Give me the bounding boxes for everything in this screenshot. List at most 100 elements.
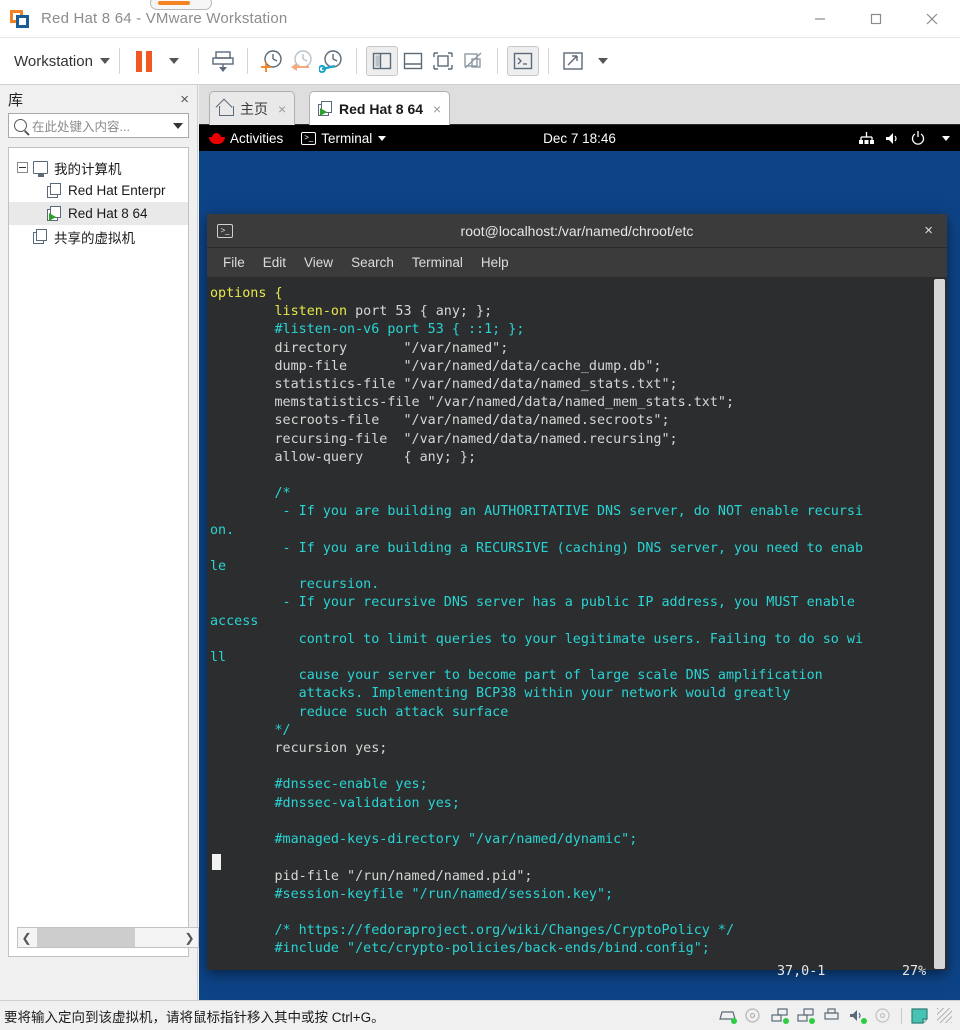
close-icon[interactable] bbox=[904, 0, 960, 38]
vm-running-icon bbox=[318, 101, 333, 116]
console-view-button[interactable] bbox=[506, 46, 539, 76]
divider bbox=[246, 48, 248, 74]
minimize-icon[interactable] bbox=[792, 0, 848, 38]
sound-icon[interactable] bbox=[849, 1008, 867, 1024]
unity-mode-button[interactable] bbox=[458, 46, 488, 76]
divider bbox=[355, 48, 357, 74]
stretch-dropdown-button[interactable] bbox=[588, 46, 618, 76]
collapse-icon[interactable] bbox=[17, 162, 28, 173]
vm-tab-bar: 主页 × Red Hat 8 64 × bbox=[199, 85, 960, 125]
tab-home[interactable]: 主页 × bbox=[209, 91, 296, 125]
scroll-right-icon[interactable]: ❯ bbox=[181, 931, 198, 945]
menu-file[interactable]: File bbox=[223, 255, 245, 270]
terminal-content[interactable]: options { listen-on port 53 { any; }; #l… bbox=[207, 277, 947, 979]
shared-vm-icon bbox=[33, 229, 48, 244]
hard-disk-icon[interactable] bbox=[719, 1008, 737, 1024]
network-adapter-2-icon[interactable] bbox=[797, 1008, 815, 1024]
suspend-button[interactable] bbox=[208, 46, 238, 76]
tree-item-my-computer[interactable]: 我的计算机 bbox=[9, 156, 188, 179]
divider bbox=[901, 1007, 902, 1024]
revert-snapshot-button[interactable] bbox=[287, 46, 317, 76]
tree-item-red-hat-enterprise[interactable]: Red Hat Enterpr bbox=[9, 179, 188, 202]
chevron-down-icon bbox=[168, 58, 179, 64]
divider bbox=[547, 48, 549, 74]
cursor-position: 37,0-1 bbox=[777, 964, 826, 979]
snapshot-manager-icon bbox=[318, 50, 342, 73]
pause-button[interactable] bbox=[129, 46, 159, 76]
maximize-icon[interactable] bbox=[848, 0, 904, 38]
library-title: 库 bbox=[8, 91, 24, 109]
scroll-left-icon[interactable]: ❮ bbox=[18, 931, 35, 945]
window-drag-handle[interactable] bbox=[150, 0, 212, 10]
tree-item-shared-vms[interactable]: 共享的虚拟机 bbox=[9, 225, 188, 248]
snapshot-manager-button[interactable] bbox=[317, 46, 347, 76]
menu-terminal[interactable]: Terminal bbox=[412, 255, 463, 270]
full-screen-button[interactable] bbox=[428, 46, 458, 76]
tree-item-label: Red Hat Enterpr bbox=[68, 183, 166, 198]
menu-edit[interactable]: Edit bbox=[263, 255, 286, 270]
chevron-down-icon[interactable] bbox=[173, 122, 183, 129]
library-search-box[interactable]: 在此处键入内容... bbox=[8, 113, 189, 138]
pause-icon bbox=[135, 50, 152, 72]
tree-horizontal-scrollbar[interactable]: ❮ ❯ bbox=[17, 927, 199, 948]
vm-icon bbox=[47, 183, 62, 198]
tab-label: Red Hat 8 64 bbox=[339, 100, 424, 117]
menu-search[interactable]: Search bbox=[351, 255, 394, 270]
tree-item-label: 共享的虚拟机 bbox=[54, 230, 135, 246]
display-icon[interactable] bbox=[911, 1008, 928, 1024]
chevron-down-icon bbox=[99, 58, 110, 64]
scroll-thumb[interactable] bbox=[37, 928, 135, 947]
vm-running-icon bbox=[47, 206, 62, 221]
snapshot-add-icon bbox=[260, 50, 282, 72]
menu-view[interactable]: View bbox=[304, 255, 333, 270]
divider bbox=[496, 48, 498, 74]
console-icon bbox=[513, 52, 533, 70]
library-panel-icon bbox=[372, 52, 392, 70]
terminal-icon: >_ bbox=[217, 223, 233, 238]
stretch-icon bbox=[563, 52, 583, 70]
vm-tree: 我的计算机 Red Hat Enterpr Red Hat 8 64 共享的虚拟… bbox=[8, 147, 199, 957]
scroll-percent: 27% bbox=[902, 964, 927, 979]
workstation-menu-button[interactable]: Workstation bbox=[14, 53, 110, 70]
chevron-down-icon bbox=[597, 58, 608, 64]
library-panel: 库 × 在此处键入内容... 我的计算机 Red Hat Enterpr Red bbox=[0, 85, 199, 1000]
terminal-window[interactable]: >_ root@localhost:/var/named/chroot/etc … bbox=[207, 214, 947, 979]
close-icon[interactable]: × bbox=[924, 222, 933, 239]
terminal-scrollbar[interactable] bbox=[934, 279, 945, 969]
clock[interactable]: Dec 7 18:46 bbox=[199, 131, 960, 146]
divider bbox=[118, 48, 120, 74]
window-controls bbox=[792, 0, 960, 38]
close-icon[interactable]: × bbox=[433, 101, 441, 117]
vim-buffer[interactable]: options { listen-on port 53 { any; }; #l… bbox=[207, 285, 947, 959]
power-dropdown-button[interactable] bbox=[159, 46, 189, 76]
tab-red-hat-8-64[interactable]: Red Hat 8 64 × bbox=[309, 91, 451, 125]
thumbnail-bar-icon bbox=[403, 52, 423, 70]
usb-icon[interactable] bbox=[875, 1008, 892, 1023]
resize-grip[interactable] bbox=[937, 1008, 952, 1023]
tree-item-red-hat-8-64[interactable]: Red Hat 8 64 bbox=[9, 202, 188, 225]
tree-item-label: Red Hat 8 64 bbox=[68, 206, 148, 221]
terminal-title: root@localhost:/var/named/chroot/etc bbox=[460, 222, 694, 239]
tree-item-label: 我的计算机 bbox=[54, 161, 122, 177]
take-snapshot-button[interactable] bbox=[257, 46, 287, 76]
stretch-guest-button[interactable] bbox=[558, 46, 588, 76]
search-input[interactable]: 在此处键入内容... bbox=[32, 116, 169, 135]
terminal-menu-bar: File Edit View Search Terminal Help bbox=[207, 248, 947, 277]
status-bar: 要将输入定向到该虚拟机，请将鼠标指针移入其中或按 Ctrl+G。 bbox=[0, 1000, 960, 1030]
vmware-workstation-window: Red Hat 8 64 - VMware Workstation Workst… bbox=[0, 0, 960, 1030]
network-adapter-icon[interactable] bbox=[771, 1008, 789, 1024]
cd-drive-icon[interactable] bbox=[745, 1008, 762, 1023]
status-message: 要将输入定向到该虚拟机，请将鼠标指针移入其中或按 Ctrl+G。 bbox=[4, 1009, 385, 1025]
home-icon bbox=[218, 102, 234, 116]
show-library-button[interactable] bbox=[365, 46, 398, 76]
vm-console[interactable]: Activities >_ Terminal Dec 7 18:46 >_ ro… bbox=[199, 125, 960, 1000]
full-screen-icon bbox=[433, 52, 453, 70]
show-thumbnail-bar-button[interactable] bbox=[398, 46, 428, 76]
workstation-menu-label: Workstation bbox=[14, 52, 93, 70]
menu-help[interactable]: Help bbox=[481, 255, 509, 270]
printer-icon[interactable] bbox=[823, 1008, 840, 1023]
close-icon[interactable]: × bbox=[278, 101, 286, 117]
close-icon[interactable]: × bbox=[180, 91, 189, 108]
main-toolbar: Workstation bbox=[0, 38, 960, 85]
search-icon bbox=[14, 119, 27, 132]
